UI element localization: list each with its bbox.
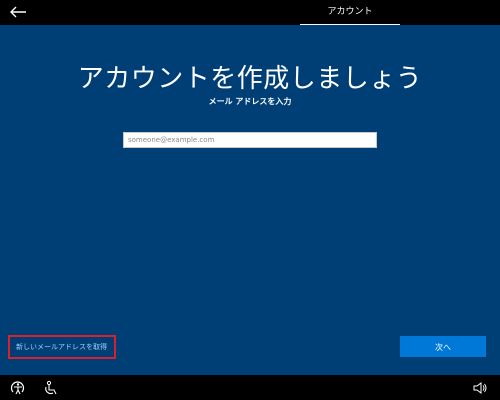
page-title: アカウントを作成しましょう [77, 64, 423, 94]
top-bar: アカウント [0, 0, 500, 25]
page-subtitle: メール アドレスを入力 [208, 97, 292, 106]
bottom-bar [0, 375, 500, 400]
email-input[interactable] [123, 132, 377, 148]
main-panel: アカウントを作成しましょう メール アドレスを入力 新しいメールアドレスを取得 … [0, 25, 500, 375]
accessibility-person-icon[interactable] [43, 380, 59, 396]
ease-of-access-icon[interactable] [10, 380, 26, 396]
oobe-screen: アカウント アカウントを作成しましょう メール アドレスを入力 新しいメールアド… [0, 0, 500, 400]
back-arrow-icon[interactable] [8, 4, 28, 20]
next-button[interactable]: 次へ [400, 336, 486, 357]
get-new-email-link[interactable]: 新しいメールアドレスを取得 [8, 335, 116, 359]
tab-account: アカウント [300, 0, 400, 25]
volume-icon[interactable] [472, 380, 488, 396]
